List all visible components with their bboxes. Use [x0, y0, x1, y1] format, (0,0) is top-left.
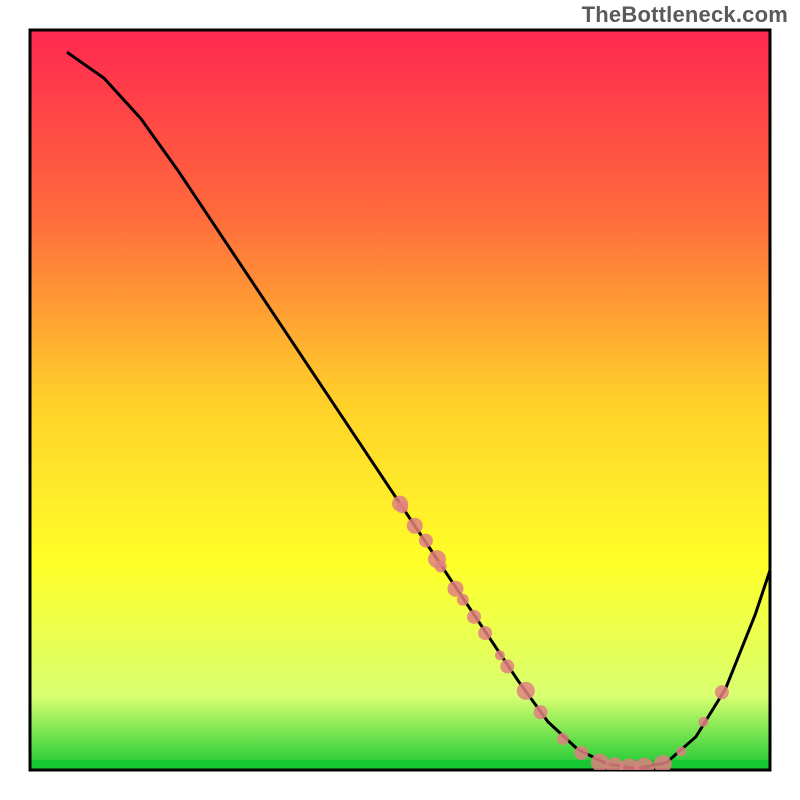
curve-marker: [574, 746, 588, 760]
curve-marker: [517, 682, 535, 700]
curve-marker: [676, 747, 686, 757]
curve-marker: [435, 561, 447, 573]
curve-marker: [478, 626, 492, 640]
curve-marker: [407, 518, 423, 534]
gradient-background: [30, 30, 770, 770]
curve-marker: [634, 758, 654, 778]
bottleneck-chart: [0, 0, 800, 800]
curve-marker: [419, 534, 433, 548]
curve-marker: [467, 610, 481, 624]
curve-marker: [715, 685, 729, 699]
curve-marker: [698, 717, 708, 727]
curve-marker: [396, 501, 408, 513]
curve-marker: [534, 705, 548, 719]
curve-marker: [457, 594, 469, 606]
curve-marker: [495, 650, 505, 660]
chart-container: TheBottleneck.com: [0, 0, 800, 800]
curve-marker: [557, 733, 569, 745]
curve-marker: [500, 659, 514, 673]
